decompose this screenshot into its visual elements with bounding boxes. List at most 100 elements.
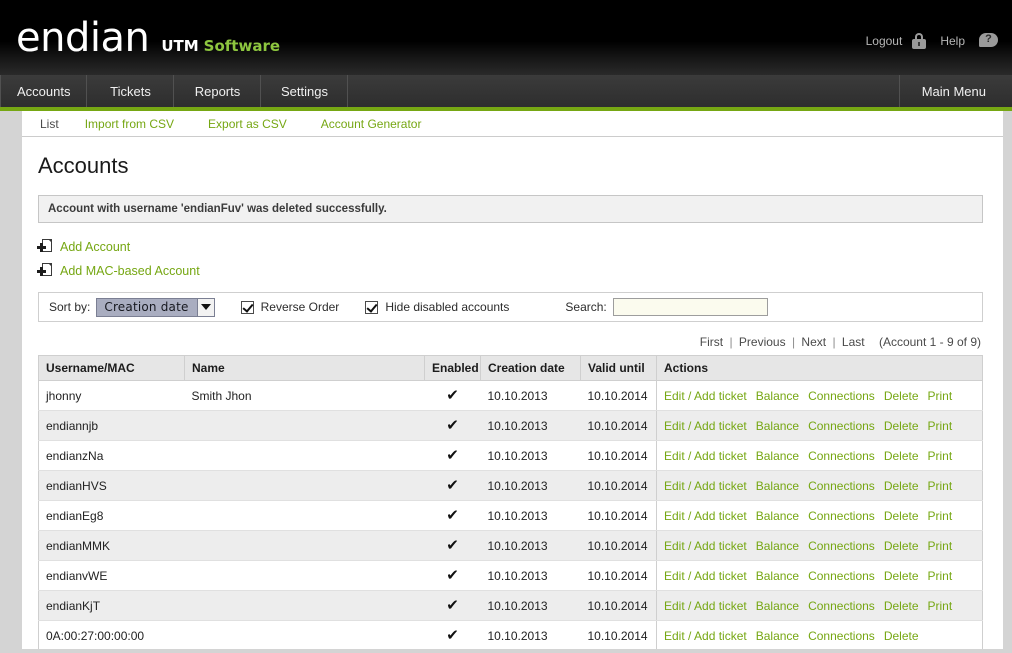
add-page-icon: [37, 239, 52, 254]
pagination-separator: |: [791, 335, 796, 349]
hide-disabled-accounts-checkbox[interactable]: [365, 300, 379, 314]
action-delete-link[interactable]: Delete: [884, 449, 919, 463]
action-edit-add-ticket-link[interactable]: Edit / Add ticket: [664, 419, 747, 433]
table-header-row: Username/MAC Name Enabled Creation date …: [38, 355, 983, 381]
action-balance-link[interactable]: Balance: [756, 449, 799, 463]
cell-username: endianKjT: [38, 590, 185, 621]
check-icon: ✔: [446, 446, 459, 464]
add-account-link[interactable]: Add Account: [60, 240, 130, 254]
action-delete-link[interactable]: Delete: [884, 479, 919, 493]
cell-username: endianHVS: [38, 470, 185, 501]
pagination-count: (Account 1 - 9 of 9): [878, 335, 981, 349]
pagination-separator: |: [832, 335, 836, 349]
nav-tab-tickets[interactable]: Tickets: [87, 75, 175, 107]
table-row: endianHVS ✔ 10.10.2013 10.10.2014 Edit / Add…: [38, 470, 983, 501]
sort-by-select[interactable]: Creation date: [96, 297, 215, 317]
action-edit-add-ticket-link[interactable]: Edit / Add ticket: [664, 389, 747, 403]
action-connections-link[interactable]: Connections: [808, 629, 875, 643]
action-print-link[interactable]: Print: [928, 509, 953, 523]
cell-username: jhonny: [38, 380, 185, 411]
lock-icon[interactable]: [912, 33, 927, 49]
action-connections-link[interactable]: Connections: [808, 389, 875, 403]
reverse-order-checkbox[interactable]: [240, 300, 254, 314]
app-header: endian UTM Software Logout Help ?: [0, 0, 1012, 75]
search-input[interactable]: [612, 298, 768, 316]
subnav-item-account-generator[interactable]: Account Generator: [321, 117, 422, 131]
cell-name: [184, 530, 425, 561]
action-balance-link[interactable]: Balance: [756, 629, 799, 643]
action-print-link[interactable]: Print: [928, 569, 953, 583]
action-connections-link[interactable]: Connections: [808, 449, 875, 463]
action-print-link[interactable]: Print: [928, 419, 953, 433]
help-question-glyph: ?: [985, 33, 992, 45]
cell-username: endianzNa: [38, 440, 185, 471]
pagination-last[interactable]: Last: [842, 335, 865, 349]
action-balance-link[interactable]: Balance: [756, 479, 799, 493]
action-edit-add-ticket-link[interactable]: Edit / Add ticket: [664, 449, 747, 463]
nav-main-menu[interactable]: Main Menu: [898, 75, 1012, 107]
action-edit-add-ticket-link[interactable]: Edit / Add ticket: [664, 509, 747, 523]
action-delete-link[interactable]: Delete: [884, 629, 919, 643]
action-delete-link[interactable]: Delete: [884, 569, 919, 583]
action-edit-add-ticket-link[interactable]: Edit / Add ticket: [664, 599, 747, 613]
action-print-link[interactable]: Print: [928, 479, 953, 493]
action-print-link[interactable]: Print: [928, 389, 953, 403]
sort-by-label: Sort by:: [49, 300, 91, 314]
action-edit-add-ticket-link[interactable]: Edit / Add ticket: [664, 539, 747, 553]
pagination-previous[interactable]: Previous: [739, 335, 786, 349]
add-mac-account-row[interactable]: Add MAC-based Account: [37, 263, 983, 278]
subnav-item-import-from-csv[interactable]: Import from CSV: [85, 117, 174, 131]
action-balance-link[interactable]: Balance: [756, 419, 799, 433]
cell-enabled: ✔: [424, 500, 481, 531]
pagination-next[interactable]: Next: [801, 335, 826, 349]
subnav-item-export-as-csv[interactable]: Export as CSV: [208, 117, 287, 131]
action-delete-link[interactable]: Delete: [884, 389, 919, 403]
search-label: Search:: [565, 300, 607, 314]
action-delete-link[interactable]: Delete: [884, 539, 919, 553]
help-bubble-icon[interactable]: ?: [979, 33, 998, 49]
action-balance-link[interactable]: Balance: [756, 539, 799, 553]
action-connections-link[interactable]: Connections: [808, 569, 875, 583]
action-print-link[interactable]: Print: [928, 449, 953, 463]
action-edit-add-ticket-link[interactable]: Edit / Add ticket: [664, 629, 747, 643]
action-edit-add-ticket-link[interactable]: Edit / Add ticket: [664, 569, 747, 583]
action-delete-link[interactable]: Delete: [884, 509, 919, 523]
check-icon: ✔: [446, 626, 459, 644]
add-mac-based-account-link[interactable]: Add MAC-based Account: [60, 264, 200, 278]
action-connections-link[interactable]: Connections: [808, 509, 875, 523]
logout-link[interactable]: Logout: [866, 34, 903, 48]
cell-enabled: ✔: [424, 530, 481, 561]
action-balance-link[interactable]: Balance: [756, 389, 799, 403]
add-account-row[interactable]: Add Account: [37, 239, 983, 254]
secondary-navbar: List Import from CSV Export as CSV Accou…: [22, 111, 1003, 137]
action-balance-link[interactable]: Balance: [756, 569, 799, 583]
action-connections-link[interactable]: Connections: [808, 599, 875, 613]
column-header-creation-date: Creation date: [480, 355, 581, 381]
action-delete-link[interactable]: Delete: [884, 599, 919, 613]
table-row: endianvWE ✔ 10.10.2013 10.10.2014 Edit / Add…: [38, 560, 983, 591]
chevron-down-icon[interactable]: [196, 298, 214, 316]
main-content: Accounts Account with username 'endianFu…: [22, 137, 1003, 649]
subnav-item-list[interactable]: List: [40, 117, 59, 131]
nav-tab-accounts[interactable]: Accounts: [0, 75, 88, 107]
nav-tab-settings[interactable]: Settings: [261, 75, 349, 107]
action-print-link[interactable]: Print: [928, 599, 953, 613]
action-balance-link[interactable]: Balance: [756, 599, 799, 613]
action-connections-link[interactable]: Connections: [808, 539, 875, 553]
cell-name: [184, 440, 425, 471]
status-message: Account with username 'endianFuv' was de…: [38, 195, 983, 223]
pagination-first[interactable]: First: [700, 335, 723, 349]
cell-enabled: ✔: [424, 410, 481, 441]
help-link[interactable]: Help: [940, 34, 965, 48]
cell-actions: Edit / Add ticket Balance Connections Delet…: [656, 560, 983, 591]
action-print-link[interactable]: Print: [928, 539, 953, 553]
nav-tab-list: Accounts Tickets Reports Settings: [0, 75, 349, 107]
cell-name: [184, 500, 425, 531]
action-connections-link[interactable]: Connections: [808, 479, 875, 493]
table-row: endianKjT ✔ 10.10.2013 10.10.2014 Edit / Add…: [38, 590, 983, 621]
action-connections-link[interactable]: Connections: [808, 419, 875, 433]
action-edit-add-ticket-link[interactable]: Edit / Add ticket: [664, 479, 747, 493]
action-balance-link[interactable]: Balance: [756, 509, 799, 523]
nav-tab-reports[interactable]: Reports: [174, 75, 262, 107]
action-delete-link[interactable]: Delete: [884, 419, 919, 433]
